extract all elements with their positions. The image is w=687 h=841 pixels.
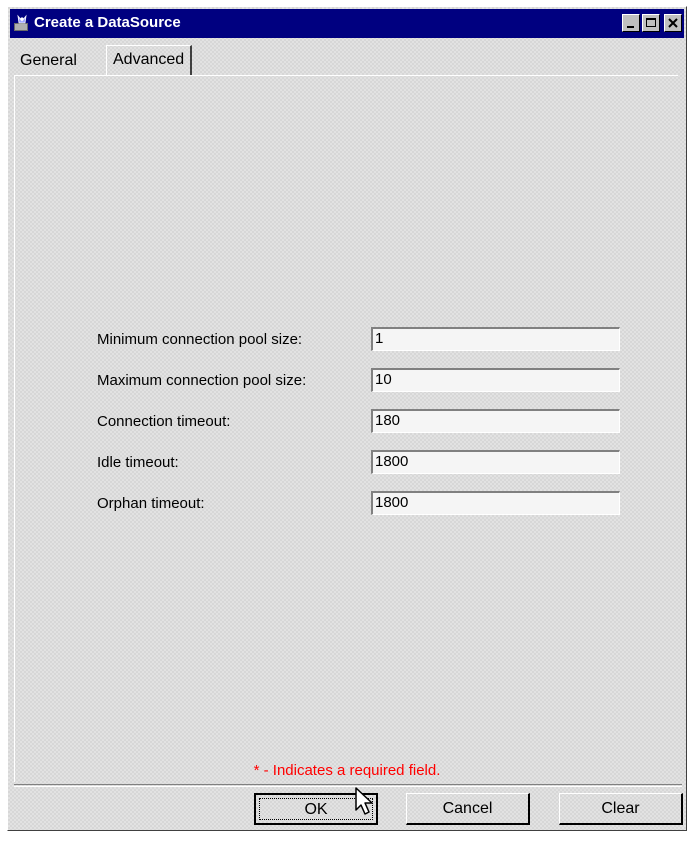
cancel-button[interactable]: Cancel bbox=[406, 793, 530, 825]
create-datasource-dialog: Create a DataSource General Advanced Min… bbox=[7, 6, 687, 831]
max-pool-size-field[interactable]: 10 bbox=[371, 368, 620, 392]
maximize-icon bbox=[646, 18, 656, 27]
advanced-panel: Minimum connection pool size: 1 Maximum … bbox=[14, 75, 678, 782]
app-icon bbox=[14, 14, 28, 31]
min-pool-size-label: Minimum connection pool size: bbox=[97, 331, 303, 348]
max-pool-size-label: Maximum connection pool size: bbox=[97, 372, 307, 389]
clear-button[interactable]: Clear bbox=[559, 793, 683, 825]
mouse-pointer-icon bbox=[355, 787, 373, 815]
title-bar[interactable]: Create a DataSource bbox=[10, 9, 684, 38]
minimize-icon bbox=[627, 26, 634, 28]
tab-strip: General Advanced bbox=[14, 45, 680, 75]
min-pool-size-field[interactable]: 1 bbox=[371, 327, 620, 351]
close-button[interactable] bbox=[664, 14, 682, 32]
required-field-note: * - Indicates a required field. bbox=[253, 762, 441, 779]
button-bar: OK Cancel Clear bbox=[14, 784, 683, 828]
idle-timeout-field[interactable]: 1800 bbox=[371, 450, 620, 474]
orphan-timeout-field[interactable]: 1800 bbox=[371, 491, 620, 515]
maximize-button[interactable] bbox=[642, 14, 660, 32]
window-title: Create a DataSource bbox=[34, 14, 181, 31]
button-bar-divider bbox=[14, 786, 682, 789]
tab-general[interactable]: General bbox=[14, 49, 83, 73]
connection-timeout-label: Connection timeout: bbox=[97, 413, 231, 430]
close-icon bbox=[668, 18, 678, 28]
tab-advanced[interactable]: Advanced bbox=[106, 45, 193, 75]
connection-timeout-field[interactable]: 180 bbox=[371, 409, 620, 433]
idle-timeout-label: Idle timeout: bbox=[97, 454, 179, 471]
minimize-button[interactable] bbox=[622, 14, 640, 32]
orphan-timeout-label: Orphan timeout: bbox=[97, 495, 205, 512]
